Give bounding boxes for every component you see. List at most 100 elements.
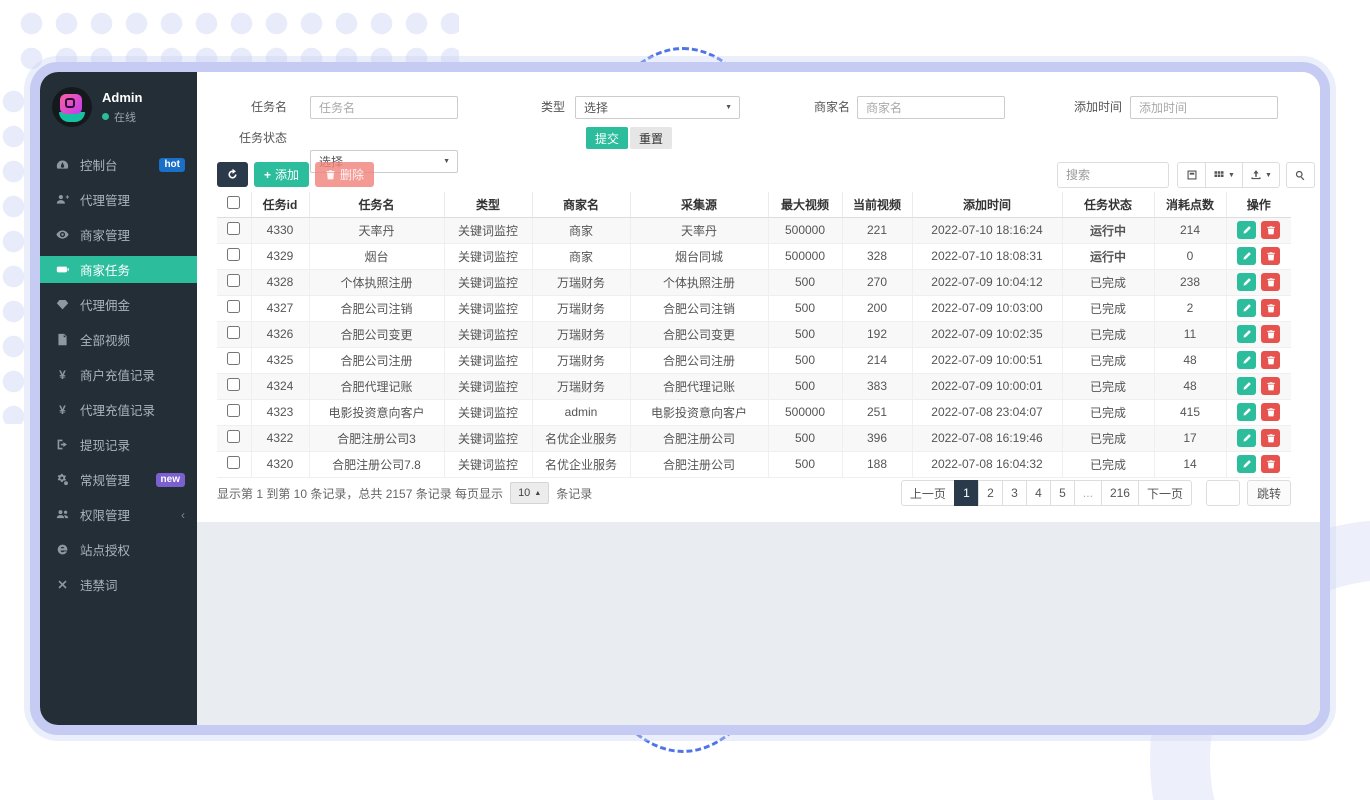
page-button-5[interactable]: 5 xyxy=(1050,480,1075,506)
table-row: 4326合肥公司变更关键词监控万瑞财务合肥公司变更5001922022-07-0… xyxy=(217,321,1291,347)
edit-button[interactable] xyxy=(1237,377,1256,395)
next-page-button[interactable]: 下一页 xyxy=(1138,480,1192,506)
refresh-button[interactable] xyxy=(217,162,248,187)
edit-button[interactable] xyxy=(1237,247,1256,265)
toggle-view-button[interactable] xyxy=(1177,162,1206,188)
app-window: Admin 在线 控制台hot代理管理商家管理商家任务代理佣金全部视频¥商户充值… xyxy=(30,62,1330,735)
submit-button[interactable]: 提交 xyxy=(586,127,628,149)
online-dot-icon xyxy=(102,113,109,120)
task-name-input[interactable] xyxy=(310,96,458,119)
cell-source: 烟台同城 xyxy=(630,243,768,269)
toolbar-left: +添加 删除 xyxy=(217,162,374,187)
cell-current: 192 xyxy=(842,321,912,347)
cell-actions xyxy=(1226,269,1291,295)
task-name-label: 任务名 xyxy=(197,96,287,119)
row-checkbox[interactable] xyxy=(227,274,240,287)
sidebar-item-9[interactable]: 常规管理new xyxy=(40,466,197,493)
sidebar-item-4[interactable]: 代理佣金 xyxy=(40,291,197,318)
edit-button[interactable] xyxy=(1237,351,1256,369)
row-delete-button[interactable] xyxy=(1261,429,1280,447)
column-header: 类型 xyxy=(444,192,532,217)
cell-points: 48 xyxy=(1154,347,1226,373)
sidebar-item-3[interactable]: 商家任务 xyxy=(40,256,197,283)
sidebar-item-11[interactable]: 站点授权 xyxy=(40,536,197,563)
prev-page-button[interactable]: 上一页 xyxy=(901,480,955,506)
table-row: 4324合肥代理记账关键词监控万瑞财务合肥代理记账5003832022-07-0… xyxy=(217,373,1291,399)
row-checkbox[interactable] xyxy=(227,456,240,469)
sidebar-item-7[interactable]: ¥代理充值记录 xyxy=(40,396,197,423)
reset-button[interactable]: 重置 xyxy=(630,127,672,149)
jump-button[interactable]: 跳转 xyxy=(1247,480,1291,506)
row-checkbox[interactable] xyxy=(227,404,240,417)
page-button-3[interactable]: 3 xyxy=(1002,480,1027,506)
delete-button[interactable]: 删除 xyxy=(315,162,374,187)
row-delete-button[interactable] xyxy=(1261,273,1280,291)
edit-button[interactable] xyxy=(1237,455,1256,473)
gem-icon xyxy=(54,298,71,311)
row-delete-button[interactable] xyxy=(1261,325,1280,343)
sidebar-item-2[interactable]: 商家管理 xyxy=(40,221,197,248)
cell-id: 4329 xyxy=(251,243,309,269)
edit-button[interactable] xyxy=(1237,429,1256,447)
chevron-up-icon: ▲ xyxy=(534,490,541,497)
page-button-2[interactable]: 2 xyxy=(978,480,1003,506)
row-checkbox[interactable] xyxy=(227,326,240,339)
table-row: 4329烟台关键词监控商家烟台同城5000003282022-07-10 18:… xyxy=(217,243,1291,269)
column-header: 当前视频 xyxy=(842,192,912,217)
jump-page-input[interactable] xyxy=(1206,480,1240,506)
columns-button[interactable]: ▼ xyxy=(1205,162,1243,188)
chevron-down-icon: ▼ xyxy=(443,158,450,165)
row-checkbox[interactable] xyxy=(227,248,240,261)
sidebar-item-8[interactable]: 提现记录 xyxy=(40,431,197,458)
select-all-checkbox[interactable] xyxy=(227,196,240,209)
sidebar-item-label: 站点授权 xyxy=(80,540,185,559)
pagination: 上一页 12345...216 下一页 跳转 xyxy=(901,480,1291,506)
table-row: 4330天率丹关键词监控商家天率丹5000002212022-07-10 18:… xyxy=(217,217,1291,243)
row-delete-button[interactable] xyxy=(1261,221,1280,239)
sidebar-badge: new xyxy=(156,473,185,487)
page-button-4[interactable]: 4 xyxy=(1026,480,1051,506)
add-time-input[interactable] xyxy=(1130,96,1278,119)
row-delete-button[interactable] xyxy=(1261,247,1280,265)
add-button[interactable]: +添加 xyxy=(254,162,309,187)
page-size-dropdown[interactable]: 10▲ xyxy=(510,482,549,504)
search-button[interactable] xyxy=(1286,162,1315,188)
edit-button[interactable] xyxy=(1237,325,1256,343)
edit-button[interactable] xyxy=(1237,299,1256,317)
row-checkbox[interactable] xyxy=(227,300,240,313)
row-delete-button[interactable] xyxy=(1261,455,1280,473)
page-button-216[interactable]: 216 xyxy=(1101,480,1139,506)
row-delete-button[interactable] xyxy=(1261,377,1280,395)
sidebar-item-1[interactable]: 代理管理 xyxy=(40,186,197,213)
merchant-input[interactable] xyxy=(857,96,1005,119)
sidebar-item-0[interactable]: 控制台hot xyxy=(40,151,197,178)
row-checkbox[interactable] xyxy=(227,430,240,443)
cell-actions xyxy=(1226,399,1291,425)
sidebar-item-6[interactable]: ¥商户充值记录 xyxy=(40,361,197,388)
edit-button[interactable] xyxy=(1237,403,1256,421)
edit-button[interactable] xyxy=(1237,221,1256,239)
sidebar-item-label: 商家管理 xyxy=(80,225,185,244)
row-checkbox[interactable] xyxy=(227,352,240,365)
table-search-input[interactable] xyxy=(1057,162,1169,188)
sidebar-item-12[interactable]: 违禁词 xyxy=(40,571,197,598)
row-delete-button[interactable] xyxy=(1261,403,1280,421)
sidebar-item-label: 代理充值记录 xyxy=(80,400,185,419)
cell-actions xyxy=(1226,373,1291,399)
cell-id: 4328 xyxy=(251,269,309,295)
row-checkbox[interactable] xyxy=(227,222,240,235)
type-select[interactable]: 选择 ▼ xyxy=(575,96,740,119)
sidebar-item-10[interactable]: 权限管理‹ xyxy=(40,501,197,528)
table-row: 4323电影投资意向客户关键词监控admin电影投资意向客户5000002512… xyxy=(217,399,1291,425)
sidebar-item-label: 代理管理 xyxy=(80,190,185,209)
cell-type: 关键词监控 xyxy=(444,373,532,399)
row-delete-button[interactable] xyxy=(1261,299,1280,317)
page-button-1[interactable]: 1 xyxy=(954,480,979,506)
user-status: 在线 xyxy=(102,109,142,125)
row-checkbox[interactable] xyxy=(227,378,240,391)
cell-name: 合肥公司变更 xyxy=(309,321,444,347)
sidebar-item-5[interactable]: 全部视频 xyxy=(40,326,197,353)
export-button[interactable]: ▼ xyxy=(1242,162,1280,188)
row-delete-button[interactable] xyxy=(1261,351,1280,369)
edit-button[interactable] xyxy=(1237,273,1256,291)
